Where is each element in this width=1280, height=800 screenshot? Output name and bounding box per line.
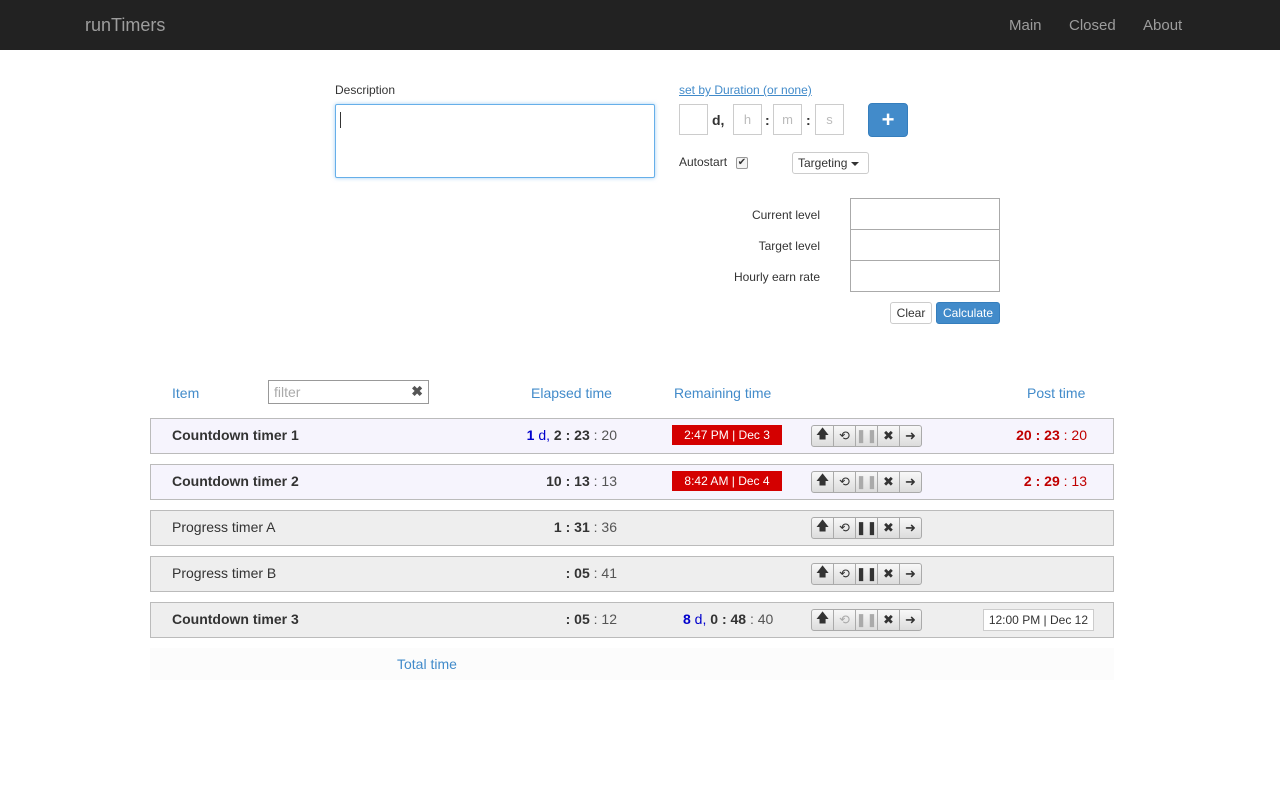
target-level-label: Target level — [758, 239, 820, 253]
timer-row[interactable]: Countdown timer 3 : 05 : 12 8 d, 0 : 48 … — [150, 602, 1114, 638]
timer-name: Progress timer B — [172, 565, 277, 581]
header-item[interactable]: Item — [172, 385, 199, 401]
days-suffix: d, — [712, 112, 725, 128]
elapsed-time: : 05 : 12 — [565, 611, 617, 627]
pause-icon[interactable]: ❚❚ — [855, 563, 878, 585]
plus-icon: + — [881, 107, 895, 132]
repeat-icon[interactable]: ⟲ — [833, 517, 856, 539]
target-level-input[interactable] — [850, 229, 1000, 261]
timer-row[interactable]: Countdown timer 1 1 d, 2 : 23 : 20 2:47 … — [150, 418, 1114, 454]
caret-down-icon — [851, 161, 860, 166]
timer-name: Countdown timer 3 — [172, 611, 299, 627]
arrow-right-icon[interactable]: ➜ — [899, 563, 922, 585]
arrow-right-icon[interactable]: ➜ — [899, 471, 922, 493]
text-caret — [340, 112, 341, 128]
repeat-icon[interactable]: ⟲ — [833, 425, 856, 447]
hourly-earn-rate-label: Hourly earn rate — [733, 270, 820, 284]
app-brand[interactable]: runTimers — [85, 15, 165, 36]
elapsed-time: 1 : 31 : 36 — [553, 519, 617, 535]
pause-icon[interactable]: ❚❚ — [855, 517, 878, 539]
navbar: runTimers Main Closed About — [0, 0, 1280, 50]
total-time-label[interactable]: Total time — [397, 656, 457, 672]
remaining-time-badge: 8:42 AM | Dec 4 — [672, 471, 782, 491]
repeat-icon[interactable]: ⟲ — [833, 563, 856, 585]
description-textarea[interactable] — [335, 104, 655, 178]
timer-controls: 🡅 ⟲ ❚❚ ✖ ➜ — [811, 517, 922, 539]
seconds-input[interactable]: s — [815, 104, 844, 135]
close-icon[interactable]: ✖ — [877, 563, 900, 585]
time-separator: : — [806, 112, 811, 128]
post-time-badge: 12:00 PM | Dec 12 — [982, 609, 1094, 631]
timer-name: Countdown timer 2 — [172, 473, 299, 489]
remaining-time-badge: 2:47 PM | Dec 3 — [672, 425, 782, 445]
move-up-icon[interactable]: 🡅 — [811, 425, 834, 447]
filter-placeholder: filter — [274, 384, 301, 400]
targeting-dropdown[interactable]: Targeting — [792, 152, 869, 174]
move-up-icon[interactable]: 🡅 — [811, 563, 834, 585]
repeat-icon[interactable]: ⟲ — [833, 471, 856, 493]
filter-input[interactable]: filter ✖ — [268, 380, 429, 404]
post-time: 20 : 23 : 20 — [1016, 427, 1087, 443]
close-icon[interactable]: ✖ — [877, 609, 900, 631]
autostart-checkbox[interactable]: ✔ — [736, 157, 748, 169]
close-icon[interactable]: ✖ — [877, 425, 900, 447]
move-up-icon[interactable]: 🡅 — [811, 517, 834, 539]
elapsed-time: 1 d, 2 : 23 : 20 — [526, 427, 617, 443]
timer-controls: 🡅 ⟲ ❚❚ ✖ ➜ — [811, 563, 922, 585]
calculate-button[interactable]: Calculate — [936, 302, 1000, 324]
nav-main[interactable]: Main — [1009, 17, 1042, 34]
arrow-right-icon[interactable]: ➜ — [899, 609, 922, 631]
days-input[interactable] — [679, 104, 708, 135]
minutes-input[interactable]: m — [773, 104, 802, 135]
set-by-duration-link[interactable]: set by Duration (or none) — [679, 83, 812, 97]
hours-input[interactable]: h — [733, 104, 762, 135]
add-timer-button[interactable]: + — [868, 103, 908, 137]
arrow-right-icon[interactable]: ➜ — [899, 425, 922, 447]
close-icon[interactable]: ✖ — [877, 517, 900, 539]
pause-icon[interactable]: ❚❚ — [855, 425, 878, 447]
header-remaining-time[interactable]: Remaining time — [674, 385, 771, 401]
close-icon[interactable]: ✖ — [877, 471, 900, 493]
remaining-time: 8 d, 0 : 48 : 40 — [683, 611, 774, 627]
check-icon: ✔ — [737, 157, 747, 168]
description-label: Description — [335, 83, 396, 97]
hourly-earn-rate-input[interactable] — [850, 260, 1000, 292]
timer-name: Progress timer A — [172, 519, 276, 535]
clear-button[interactable]: Clear — [890, 302, 932, 324]
header-elapsed-time[interactable]: Elapsed time — [531, 385, 612, 401]
repeat-icon[interactable]: ⟲ — [833, 609, 856, 631]
timer-row[interactable]: Countdown timer 2 10 : 13 : 13 8:42 AM |… — [150, 464, 1114, 500]
targeting-label: Targeting — [798, 156, 848, 170]
autostart-label: Autostart — [679, 155, 728, 169]
move-up-icon[interactable]: 🡅 — [811, 471, 834, 493]
elapsed-time: : 05 : 41 — [565, 565, 617, 581]
timer-row[interactable]: Progress timer B : 05 : 41 🡅 ⟲ ❚❚ ✖ ➜ — [150, 556, 1114, 592]
move-up-icon[interactable]: 🡅 — [811, 609, 834, 631]
timer-controls: 🡅 ⟲ ❚❚ ✖ ➜ — [811, 425, 922, 447]
timer-name: Countdown timer 1 — [172, 427, 299, 443]
time-separator: : — [765, 112, 770, 128]
current-level-label: Current level — [751, 208, 820, 222]
timer-row[interactable]: Progress timer A 1 : 31 : 36 🡅 ⟲ ❚❚ ✖ ➜ — [150, 510, 1114, 546]
post-time: 2 : 29 : 13 — [1023, 473, 1087, 489]
total-row: Total time — [150, 648, 1114, 680]
nav-about[interactable]: About — [1143, 17, 1182, 34]
arrow-right-icon[interactable]: ➜ — [899, 517, 922, 539]
clear-filter-icon[interactable]: ✖ — [411, 383, 423, 400]
pause-icon[interactable]: ❚❚ — [855, 471, 878, 493]
elapsed-time: 10 : 13 : 13 — [546, 473, 617, 489]
pause-icon[interactable]: ❚❚ — [855, 609, 878, 631]
current-level-input[interactable] — [850, 198, 1000, 230]
timer-controls: 🡅 ⟲ ❚❚ ✖ ➜ — [811, 471, 922, 493]
header-post-time[interactable]: Post time — [1027, 385, 1085, 401]
nav-closed[interactable]: Closed — [1069, 17, 1116, 34]
timer-controls: 🡅 ⟲ ❚❚ ✖ ➜ — [811, 609, 922, 631]
